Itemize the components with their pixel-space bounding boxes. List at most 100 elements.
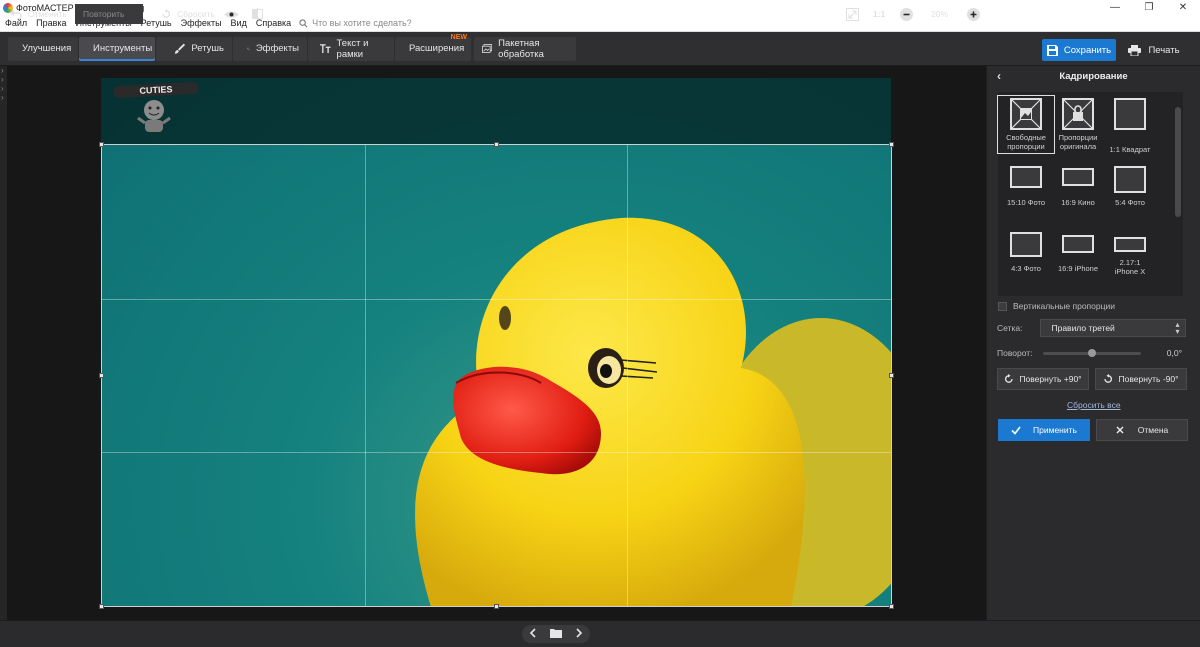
- crop-handle-bottom[interactable]: [493, 604, 499, 609]
- preset-4-3[interactable]: 4:3 Фото: [1000, 232, 1052, 273]
- tab-retouch[interactable]: Ретушь: [156, 36, 232, 61]
- cancel-label: Отмена: [1137, 425, 1169, 435]
- undo-button[interactable]: Отменить: [10, 4, 67, 24]
- preset-iphone-x[interactable]: 2.17:1 iPhone X: [1104, 232, 1156, 276]
- redo-button[interactable]: Повторить: [75, 4, 143, 24]
- crop-handle-bottom-right[interactable]: [889, 604, 894, 609]
- chevron-right-icon: [576, 627, 583, 638]
- crop-frame[interactable]: [99, 142, 894, 609]
- tab-batch[interactable]: Пакетная обработка: [474, 36, 576, 61]
- undo-icon: [10, 9, 22, 19]
- close-icon: [1116, 426, 1124, 434]
- save-button[interactable]: Сохранить: [1042, 39, 1116, 61]
- compare-button[interactable]: [252, 4, 269, 24]
- reset-all-link[interactable]: Сбросить все: [1067, 400, 1121, 410]
- tab-enhancements[interactable]: Улучшения: [8, 36, 78, 61]
- cancel-button[interactable]: Отмена: [1096, 419, 1188, 441]
- actual-size-button[interactable]: 1:1: [873, 4, 885, 24]
- rotate-ccw-icon: [1104, 374, 1113, 383]
- tab-text-frames[interactable]: Текст и рамки: [308, 36, 394, 61]
- tab-tools[interactable]: Инструменты: [79, 36, 155, 61]
- fit-to-screen-button[interactable]: [846, 4, 865, 24]
- tab-label: Улучшения: [22, 43, 72, 54]
- preset-label: 2.17:1: [1119, 258, 1141, 267]
- preset-free[interactable]: Свободные пропорции: [997, 95, 1055, 154]
- rotate-plus-label: Повернуть +90°: [1019, 374, 1082, 384]
- minus-circle-icon: [900, 7, 913, 21]
- ratio-shape-icon: [1062, 168, 1094, 186]
- crop-handle-top-right[interactable]: [889, 142, 894, 147]
- grid-label: Сетка:: [997, 323, 1023, 333]
- vertical-proportions-row[interactable]: Вертикальные пропорции: [998, 301, 1115, 311]
- baby-face-icon: [137, 100, 171, 132]
- aspect-presets: Свободные пропорции Пропорции оригинала …: [997, 92, 1183, 296]
- preset-15-10[interactable]: 15:10 Фото: [1000, 166, 1052, 207]
- back-arrow-icon[interactable]: ‹: [997, 69, 1001, 83]
- vertical-proportions-checkbox[interactable]: [998, 301, 1007, 311]
- tab-label: Ретушь: [191, 43, 224, 54]
- crop-panel: ‹ Кадрирование Свободные пропорции Пропо…: [986, 66, 1200, 620]
- preset-label: 15:10 Фото: [1006, 198, 1046, 207]
- preset-1-1[interactable]: 1:1 Квадрат: [1104, 98, 1156, 154]
- rotation-slider[interactable]: [1042, 348, 1141, 357]
- scroll-thumb[interactable]: [1175, 107, 1181, 217]
- zoom-out-button[interactable]: [900, 4, 919, 24]
- preset-16-9-iphone[interactable]: 16:9 iPhone: [1052, 232, 1104, 273]
- search-icon: [299, 18, 308, 27]
- prev-image-button[interactable]: [529, 627, 536, 641]
- presets-scrollbar[interactable]: [1174, 93, 1182, 297]
- ratio-shape-icon: [1010, 232, 1042, 257]
- chevron-right-icon: ›: [1, 75, 4, 84]
- crop-handle-bottom-left[interactable]: [99, 604, 104, 609]
- apply-button[interactable]: Применить: [998, 419, 1090, 441]
- rotation-value: 0,0°: [1166, 348, 1182, 358]
- preset-5-4[interactable]: 5:4 Фото: [1104, 166, 1156, 207]
- rotate-minus-90-button[interactable]: Повернуть -90°: [1095, 368, 1187, 390]
- left-collapsed-panel[interactable]: › › › ›: [0, 66, 7, 620]
- square-shape-icon: [1114, 98, 1146, 130]
- open-folder-button[interactable]: [550, 628, 562, 641]
- preset-original[interactable]: Пропорции оригинала: [1052, 98, 1104, 151]
- print-button[interactable]: Печать: [1124, 39, 1184, 61]
- panel-title: Кадрирование: [1059, 70, 1128, 82]
- crop-handle-right[interactable]: [889, 372, 894, 378]
- maximize-button[interactable]: ❐: [1132, 0, 1166, 15]
- tab-effects[interactable]: Эффекты: [233, 36, 307, 61]
- rotate-cw-icon: [1005, 374, 1014, 383]
- grid-value: Правило третей: [1051, 323, 1115, 333]
- rotation-slider-knob[interactable]: [1087, 348, 1096, 357]
- chevron-right-icon: ›: [1, 66, 4, 75]
- image-navigation: [522, 625, 590, 643]
- next-image-button[interactable]: [576, 627, 583, 641]
- zoom-level: 20%: [931, 4, 948, 24]
- zoom-in-button[interactable]: [967, 4, 986, 24]
- preset-label: Свободные: [1006, 133, 1046, 142]
- cuties-logo: CUTIES: [113, 81, 199, 138]
- ratio-shape-icon: [1062, 235, 1094, 253]
- search-box[interactable]: Что вы хотите сделать?: [299, 18, 412, 28]
- close-button[interactable]: ✕: [1166, 0, 1200, 15]
- tab-extensions[interactable]: Расширения NEW: [395, 34, 471, 61]
- redo-icon: [128, 13, 129, 15]
- preview-eye-button[interactable]: [224, 4, 245, 24]
- crop-handle-top-left[interactable]: [99, 142, 104, 147]
- print-label: Печать: [1148, 44, 1180, 56]
- minimize-button[interactable]: —: [1098, 0, 1132, 15]
- folder-icon: [550, 628, 562, 638]
- zoom-value: 20%: [931, 9, 949, 19]
- bottom-bar: [0, 620, 1200, 647]
- preset-label: Пропорции: [1058, 133, 1098, 142]
- tab-label: Инструменты: [93, 43, 153, 54]
- grid-select[interactable]: Правило третей ▴ ▾: [1040, 319, 1187, 337]
- text-icon: [320, 44, 331, 53]
- lock-ratio-icon: [1062, 98, 1094, 130]
- fit-screen-icon: [846, 7, 859, 21]
- crop-handle-left[interactable]: [99, 372, 104, 378]
- preset-label: 4:3 Фото: [1011, 264, 1041, 273]
- rotate-plus-90-button[interactable]: Повернуть +90°: [997, 368, 1089, 390]
- checkmark-icon: [1011, 426, 1021, 435]
- reset-button[interactable]: Сбросить: [161, 4, 215, 24]
- preset-16-9[interactable]: 16:9 Кино: [1052, 166, 1104, 207]
- crop-handle-top[interactable]: [493, 142, 499, 147]
- tab-label: Текст и рамки: [336, 37, 369, 60]
